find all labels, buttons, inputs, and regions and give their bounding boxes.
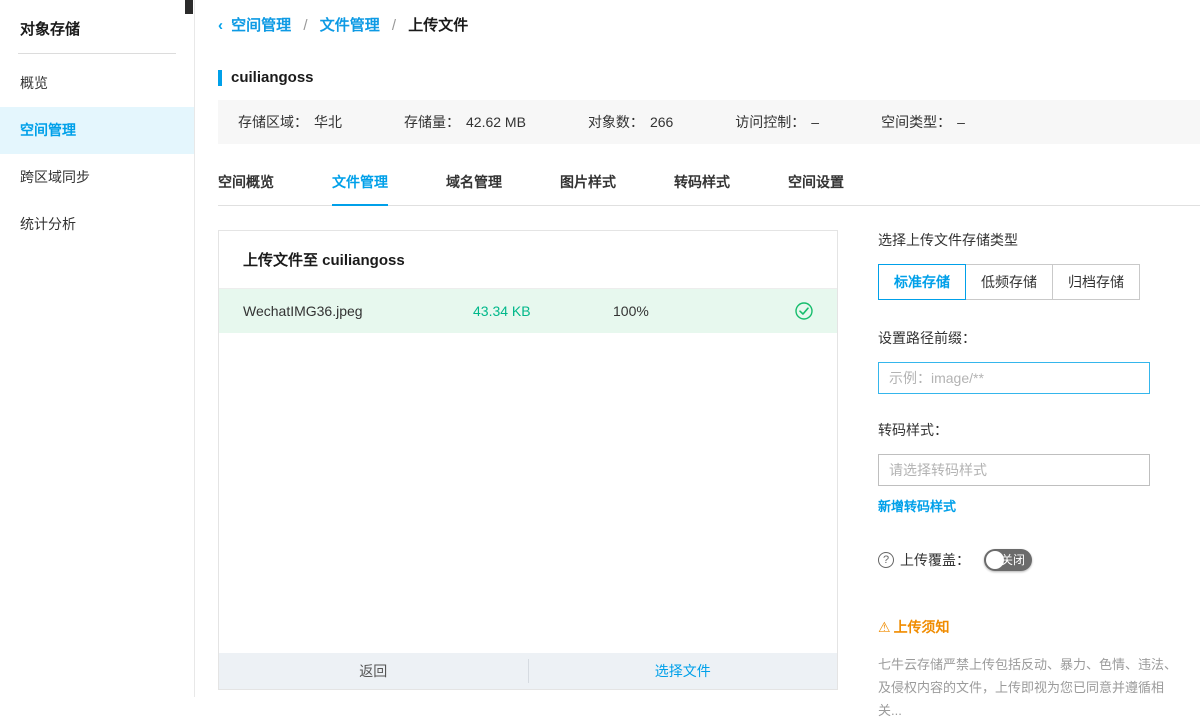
file-size: 43.34 KB — [473, 303, 613, 319]
transcode-field: 转码样式： 新增转码样式 — [878, 420, 1198, 515]
breadcrumb-link-file-management[interactable]: 文件管理 — [320, 17, 380, 34]
info-object-count: 对象数： 266 — [588, 112, 673, 132]
tab-space-settings[interactable]: 空间设置 — [788, 160, 844, 205]
storage-type-infrequent-button[interactable]: 低频存储 — [965, 264, 1053, 300]
transcode-label: 转码样式： — [878, 420, 1198, 440]
sidebar-scrollbar-thumb[interactable] — [185, 0, 193, 14]
sidebar-item-overview[interactable]: 概览 — [0, 60, 194, 107]
back-button[interactable]: 返回 — [219, 653, 528, 689]
transcode-select-input[interactable] — [878, 454, 1150, 486]
tab-image-styles[interactable]: 图片样式 — [560, 160, 616, 205]
prefix-label: 设置路径前缀： — [878, 328, 1198, 348]
info-label: 访问控制： — [735, 114, 805, 130]
breadcrumb-separator: / — [392, 17, 396, 34]
overwrite-label: 上传覆盖： — [900, 550, 970, 570]
info-value: – — [957, 114, 965, 130]
info-access-control: 访问控制：– — [735, 112, 819, 132]
breadcrumb-separator: / — [303, 17, 307, 34]
upload-notice-title: ⚠上传须知 — [878, 617, 1198, 637]
sidebar-item-statistics[interactable]: 统计分析 — [0, 201, 194, 248]
back-chevron-icon[interactable]: ‹ — [218, 17, 223, 34]
main-content: ‹ 空间管理 / 文件管理 / 上传文件 cuiliangoss 存储区域： 华北… — [196, 0, 1200, 697]
bucket-info-bar: 存储区域：华北 存储量：42.62 MB 对象数：266 访问控制：– 空间类型… — [218, 100, 1200, 144]
upload-overwrite-row: ? 上传覆盖： 关闭 — [878, 549, 1198, 571]
toggle-state-label: 关闭 — [1001, 549, 1025, 571]
info-label: 存储量： — [404, 114, 460, 130]
bucket-title: cuiliangoss — [218, 69, 1200, 86]
file-progress: 100% — [613, 303, 763, 319]
file-name: WechatIMG36.jpeg — [243, 303, 473, 319]
upload-card: 上传文件至 cuiliangoss WechatIMG36.jpeg 43.34… — [218, 230, 838, 690]
notice-title-text: 上传须知 — [894, 619, 950, 635]
add-transcode-style-link[interactable]: 新增转码样式 — [878, 496, 956, 515]
info-value: 266 — [650, 114, 673, 130]
bucket-tabs: 空间概览 文件管理 域名管理 图片样式 转码样式 空间设置 — [218, 160, 1200, 206]
tab-domain-management[interactable]: 域名管理 — [446, 160, 502, 205]
bucket-name: cuiliangoss — [231, 69, 314, 86]
overwrite-toggle[interactable]: 关闭 — [984, 549, 1032, 571]
select-file-button[interactable]: 选择文件 — [529, 653, 838, 689]
storage-type-archive-button[interactable]: 归档存储 — [1052, 264, 1140, 300]
prefix-field: 设置路径前缀： — [878, 328, 1198, 394]
upload-drop-area[interactable] — [219, 333, 837, 653]
tab-space-overview[interactable]: 空间概览 — [218, 160, 274, 205]
tab-file-management[interactable]: 文件管理 — [332, 160, 388, 205]
info-value: 华北 — [314, 114, 342, 130]
info-label: 存储区域： — [238, 114, 308, 130]
upload-card-footer: 返回 选择文件 — [219, 653, 837, 689]
info-value: 42.62 MB — [466, 114, 526, 130]
prefix-input[interactable] — [878, 362, 1150, 394]
storage-type-group: 标准存储 低频存储 归档存储 — [878, 264, 1198, 300]
upload-notice-text: 七牛云存储严禁上传包括反动、暴力、色情、违法、及侵权内容的文件，上传即视为您已同… — [878, 653, 1178, 722]
help-question-icon[interactable]: ? — [878, 552, 894, 568]
breadcrumb-link-space-management[interactable]: 空间管理 — [231, 17, 291, 34]
info-space-type: 空间类型：– — [881, 112, 965, 132]
sidebar-title: 对象存储 — [0, 0, 194, 53]
upload-success-check-icon — [795, 302, 813, 320]
sidebar: 对象存储 概览 空间管理 跨区域同步 统计分析 — [0, 0, 195, 697]
info-label: 空间类型： — [881, 114, 951, 130]
sidebar-item-cross-region-sync[interactable]: 跨区域同步 — [0, 154, 194, 201]
breadcrumb-current: 上传文件 — [408, 17, 468, 34]
title-accent-bar — [218, 70, 222, 86]
sidebar-item-space-management[interactable]: 空间管理 — [0, 107, 194, 154]
sidebar-divider — [18, 53, 176, 54]
warning-triangle-icon: ⚠ — [878, 619, 891, 635]
upload-options-panel: 选择上传文件存储类型 标准存储 低频存储 归档存储 设置路径前缀： 转码样式： … — [878, 230, 1198, 722]
uploaded-file-row: WechatIMG36.jpeg 43.34 KB 100% — [219, 289, 837, 333]
tab-transcode-styles[interactable]: 转码样式 — [674, 160, 730, 205]
info-storage-region: 存储区域： 华北 — [238, 112, 342, 132]
info-value: – — [811, 114, 819, 130]
content-row: 上传文件至 cuiliangoss WechatIMG36.jpeg 43.34… — [218, 230, 1200, 722]
storage-type-label: 选择上传文件存储类型 — [878, 230, 1198, 250]
info-storage-size: 存储量： 42.62 MB — [404, 112, 526, 132]
storage-type-standard-button[interactable]: 标准存储 — [878, 264, 966, 300]
upload-card-title: 上传文件至 cuiliangoss — [219, 231, 837, 289]
info-label: 对象数： — [588, 114, 644, 130]
breadcrumb: ‹ 空间管理 / 文件管理 / 上传文件 — [196, 0, 1200, 35]
